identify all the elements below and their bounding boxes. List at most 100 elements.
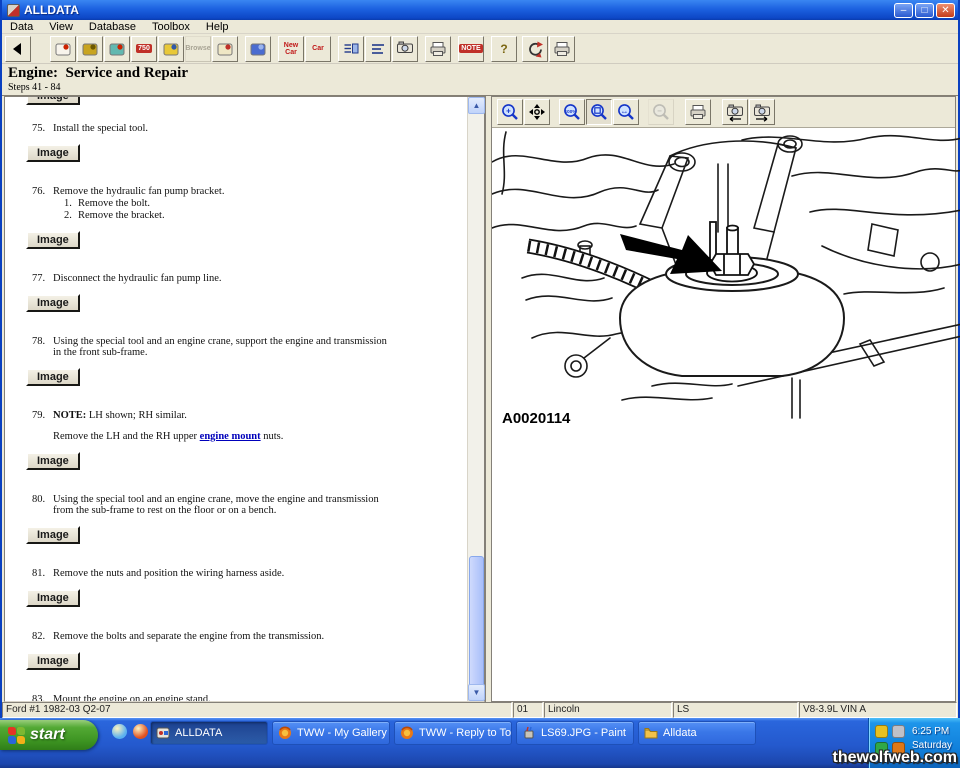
library-icon[interactable]: [212, 36, 238, 62]
schedule-icon[interactable]: [158, 36, 184, 62]
procedure-document: Image 75.Install the special tool. Image 76…: [5, 97, 467, 701]
step-number: 81.: [32, 568, 53, 579]
step-text: Remove the bolts and separate the engine…: [53, 631, 391, 642]
minimize-button[interactable]: –: [894, 3, 913, 18]
ql-mail-icon[interactable]: [133, 724, 148, 739]
print-setup-icon[interactable]: [549, 36, 575, 62]
task-label: Alldata: [663, 727, 697, 739]
tools-icon[interactable]: [245, 36, 271, 62]
status-cell: Lincoln: [544, 702, 672, 718]
vertical-scrollbar[interactable]: ▲ ▼: [467, 97, 484, 701]
zoom-width-button[interactable]: ↔: [613, 99, 639, 125]
print-icon[interactable]: [425, 36, 451, 62]
step-item: 75.Install the special tool.: [5, 123, 467, 134]
status-bar: Ford #1 1982-03 Q2-0701LincolnLSV8-3.9L …: [2, 702, 958, 718]
tsb-icon-glyph: 750: [136, 44, 152, 53]
menu-database[interactable]: Database: [81, 21, 144, 33]
watermark: thewolfweb.com: [833, 749, 957, 767]
status-cell: Ford #1 1982-03 Q2-07: [2, 702, 512, 718]
note-icon[interactable]: NOTE: [458, 36, 484, 62]
firefox-icon: [278, 726, 292, 740]
toolbox-icon[interactable]: [77, 36, 103, 62]
step-item: 81.Remove the nuts and position the wiri…: [5, 568, 467, 579]
taskbar: start ALLDATA TWW - My Gallery - M...TWW …: [0, 718, 960, 768]
browse-button: Browse: [185, 36, 211, 62]
taskbar-task-tww-reply-to-topic[interactable]: TWW - Reply to Topic...: [394, 721, 512, 745]
step-number: 77.: [32, 273, 53, 284]
menu-view[interactable]: View: [41, 21, 81, 33]
prev-image-button[interactable]: [722, 99, 748, 125]
image-button[interactable]: Image: [26, 144, 80, 162]
print-image-button[interactable]: [685, 99, 711, 125]
step-text: Using the special tool and an engine cra…: [53, 336, 391, 358]
zoom-fit-button[interactable]: [586, 99, 612, 125]
step-number: 76.: [32, 186, 53, 221]
scroll-up-arrow[interactable]: ▲: [468, 97, 485, 114]
next-image-button[interactable]: [749, 99, 775, 125]
summary-list-icon[interactable]: [365, 36, 391, 62]
zoom-in-button[interactable]: +: [497, 99, 523, 125]
camera-icon[interactable]: [392, 36, 418, 62]
taskbar-task-tww-my-gallery-m[interactable]: TWW - My Gallery - M...: [272, 721, 390, 745]
note-icon-glyph: NOTE: [459, 44, 482, 53]
step-number: 83.: [32, 694, 53, 701]
taskbar-task-alldata[interactable]: Alldata: [638, 721, 756, 745]
image-viewer-toolbar: +100%↔−: [492, 97, 955, 128]
help-icon[interactable]: ?: [491, 36, 517, 62]
step-number: 80.: [32, 494, 53, 516]
step-number: 78.: [32, 336, 53, 358]
menu-help[interactable]: Help: [198, 21, 237, 33]
start-button[interactable]: start: [0, 720, 98, 750]
step-item: 77.Disconnect the hydraulic fan pump lin…: [5, 273, 467, 284]
diagnostics-icon[interactable]: [104, 36, 130, 62]
taskbar-task-alldata[interactable]: ALLDATA: [150, 721, 268, 745]
image-button[interactable]: Image: [26, 294, 80, 312]
step-text: Mount the engine on an engine stand.: [53, 694, 391, 701]
step-text: Disconnect the hydraulic fan pump line.: [53, 273, 391, 284]
tray-security-icon[interactable]: [875, 725, 888, 738]
ql-internet-explorer-icon[interactable]: [112, 724, 127, 739]
step-number: 79.: [32, 410, 53, 442]
task-buttons: ALLDATA TWW - My Gallery - M...TWW - Repl…: [150, 721, 756, 745]
refresh-icon[interactable]: [522, 36, 548, 62]
menu-toolbox[interactable]: Toolbox: [144, 21, 198, 33]
status-cell: LS: [673, 702, 798, 718]
task-label: ALLDATA: [175, 727, 222, 739]
tsb-icon[interactable]: 750: [131, 36, 157, 62]
new-car-icon[interactable]: New Car: [278, 36, 304, 62]
figure-area: A0020114: [492, 128, 955, 701]
new-car-icon-glyph: New Car: [284, 42, 298, 56]
zoom-100-button[interactable]: 100%: [559, 99, 585, 125]
image-button[interactable]: Image: [26, 526, 80, 544]
image-button-clipped[interactable]: Image: [26, 97, 80, 105]
step-text: Using the special tool and an engine cra…: [53, 494, 391, 516]
title-bar[interactable]: ALLDATA – □ ✕: [2, 0, 958, 20]
vehicle-icon[interactable]: [50, 36, 76, 62]
image-button[interactable]: Image: [26, 368, 80, 386]
image-button[interactable]: Image: [26, 589, 80, 607]
spec-list-icon[interactable]: [338, 36, 364, 62]
taskbar-task-ls69-jpg-paint[interactable]: LS69.JPG - Paint: [516, 721, 634, 745]
sub-step: 2.Remove the bracket.: [53, 210, 391, 221]
figure-label: A0020114: [502, 410, 570, 427]
close-button[interactable]: ✕: [936, 3, 955, 18]
scrollbar-thumb[interactable]: [469, 556, 484, 695]
tray-update-icon[interactable]: [892, 725, 905, 738]
maximize-button[interactable]: □: [915, 3, 934, 18]
menu-data[interactable]: Data: [2, 21, 41, 33]
alldata-window: ALLDATA – □ ✕ DataViewDatabaseToolboxHel…: [0, 0, 960, 718]
engine-mount-link[interactable]: engine mount: [200, 431, 261, 442]
content-area: Image 75.Install the special tool. Image 76…: [4, 96, 956, 702]
step-number: 82.: [32, 631, 53, 642]
svg-text:100%: 100%: [565, 109, 577, 114]
status-cell: 01: [513, 702, 543, 718]
image-button[interactable]: Image: [26, 652, 80, 670]
scroll-down-arrow[interactable]: ▼: [468, 684, 485, 701]
back-button[interactable]: [5, 36, 31, 62]
step-item: 78.Using the special tool and an engine …: [5, 336, 467, 358]
car-icon[interactable]: Car: [305, 36, 331, 62]
image-button[interactable]: Image: [26, 231, 80, 249]
pan-button[interactable]: [524, 99, 550, 125]
step-item: 83.Mount the engine on an engine stand.: [5, 694, 467, 701]
image-button[interactable]: Image: [26, 452, 80, 470]
